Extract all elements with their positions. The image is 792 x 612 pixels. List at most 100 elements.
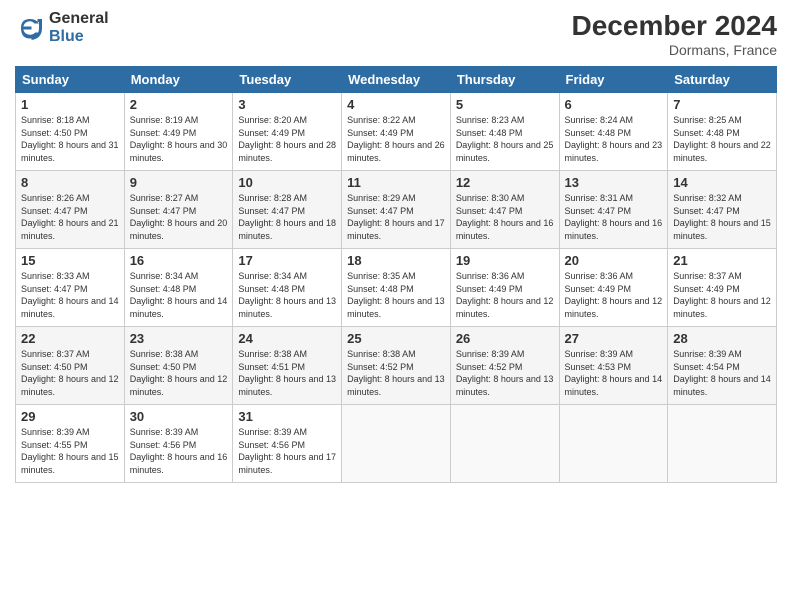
calendar-cell: 18Sunrise: 8:35 AMSunset: 4:48 PMDayligh…	[342, 249, 451, 327]
cell-info: Sunrise: 8:37 AMSunset: 4:50 PMDaylight:…	[21, 348, 119, 398]
cell-info: Sunrise: 8:30 AMSunset: 4:47 PMDaylight:…	[456, 192, 554, 242]
day-number: 7	[673, 97, 771, 112]
week-row-4: 22 Sunrise: 8:37 AMSunset: 4:50 PMDayligh…	[16, 327, 777, 405]
calendar-cell	[559, 405, 668, 483]
day-number: 3	[238, 97, 336, 112]
calendar-cell: 14 Sunrise: 8:32 AMSunset: 4:47 PMDayligh…	[668, 171, 777, 249]
cell-info: Sunrise: 8:27 AMSunset: 4:47 PMDaylight:…	[130, 192, 228, 242]
calendar-cell: 3Sunrise: 8:20 AMSunset: 4:49 PMDaylight…	[233, 93, 342, 171]
logo: General Blue	[15, 10, 109, 45]
cell-info: Sunrise: 8:34 AMSunset: 4:48 PMDaylight:…	[238, 270, 336, 320]
calendar-cell: 11 Sunrise: 8:29 AMSunset: 4:47 PMDayligh…	[342, 171, 451, 249]
cell-info: Sunrise: 8:37 AMSunset: 4:49 PMDaylight:…	[673, 270, 771, 320]
day-number: 14	[673, 175, 771, 190]
cell-info: Sunrise: 8:38 AMSunset: 4:50 PMDaylight:…	[130, 348, 228, 398]
cell-info: Sunrise: 8:34 AMSunset: 4:48 PMDaylight:…	[130, 270, 228, 320]
calendar-cell: 13Sunrise: 8:31 AMSunset: 4:47 PMDayligh…	[559, 171, 668, 249]
calendar-cell	[668, 405, 777, 483]
calendar-cell: 25Sunrise: 8:38 AMSunset: 4:52 PMDayligh…	[342, 327, 451, 405]
day-number: 28	[673, 331, 771, 346]
logo-icon	[15, 13, 45, 43]
calendar-cell: 12 Sunrise: 8:30 AMSunset: 4:47 PMDayligh…	[450, 171, 559, 249]
day-number: 26	[456, 331, 554, 346]
day-number: 18	[347, 253, 445, 268]
cell-info: Sunrise: 8:39 AMSunset: 4:52 PMDaylight:…	[456, 348, 554, 398]
cell-info: Sunrise: 8:39 AMSunset: 4:54 PMDaylight:…	[673, 348, 771, 398]
calendar-cell: 23 Sunrise: 8:38 AMSunset: 4:50 PMDayligh…	[124, 327, 233, 405]
calendar-cell	[450, 405, 559, 483]
day-number: 12	[456, 175, 554, 190]
calendar-cell: 27Sunrise: 8:39 AMSunset: 4:53 PMDayligh…	[559, 327, 668, 405]
day-number: 6	[565, 97, 663, 112]
logo-blue-text: Blue	[49, 28, 109, 46]
cell-info: Sunrise: 8:39 AMSunset: 4:53 PMDaylight:…	[565, 348, 663, 398]
calendar-cell: 28 Sunrise: 8:39 AMSunset: 4:54 PMDayligh…	[668, 327, 777, 405]
calendar-cell: 19 Sunrise: 8:36 AMSunset: 4:49 PMDayligh…	[450, 249, 559, 327]
day-number: 17	[238, 253, 336, 268]
day-number: 10	[238, 175, 336, 190]
days-header-row: SundayMondayTuesdayWednesdayThursdayFrid…	[16, 67, 777, 93]
day-number: 29	[21, 409, 119, 424]
logo-general-text: General	[49, 10, 109, 28]
page-container: General Blue December 2024 Dormans, Fran…	[0, 0, 792, 493]
calendar-cell	[342, 405, 451, 483]
day-number: 11	[347, 175, 445, 190]
day-header-saturday: Saturday	[668, 67, 777, 93]
calendar-cell: 26 Sunrise: 8:39 AMSunset: 4:52 PMDayligh…	[450, 327, 559, 405]
calendar-cell: 5 Sunrise: 8:23 AMSunset: 4:48 PMDaylight…	[450, 93, 559, 171]
logo-text: General Blue	[49, 10, 109, 45]
cell-info: Sunrise: 8:23 AMSunset: 4:48 PMDaylight:…	[456, 114, 554, 164]
calendar-cell: 15Sunrise: 8:33 AMSunset: 4:47 PMDayligh…	[16, 249, 125, 327]
calendar-cell: 31Sunrise: 8:39 AMSunset: 4:56 PMDayligh…	[233, 405, 342, 483]
day-number: 24	[238, 331, 336, 346]
calendar-cell: 1Sunrise: 8:18 AMSunset: 4:50 PMDaylight…	[16, 93, 125, 171]
calendar-cell: 30Sunrise: 8:39 AMSunset: 4:56 PMDayligh…	[124, 405, 233, 483]
location-text: Dormans, France	[572, 42, 777, 58]
cell-info: Sunrise: 8:39 AMSunset: 4:56 PMDaylight:…	[238, 426, 336, 476]
calendar-cell: 7 Sunrise: 8:25 AMSunset: 4:48 PMDaylight…	[668, 93, 777, 171]
day-header-monday: Monday	[124, 67, 233, 93]
calendar-cell: 21Sunrise: 8:37 AMSunset: 4:49 PMDayligh…	[668, 249, 777, 327]
day-header-tuesday: Tuesday	[233, 67, 342, 93]
cell-info: Sunrise: 8:32 AMSunset: 4:47 PMDaylight:…	[673, 192, 771, 242]
cell-info: Sunrise: 8:38 AMSunset: 4:51 PMDaylight:…	[238, 348, 336, 398]
calendar-cell: 6 Sunrise: 8:24 AMSunset: 4:48 PMDaylight…	[559, 93, 668, 171]
day-number: 13	[565, 175, 663, 190]
cell-info: Sunrise: 8:29 AMSunset: 4:47 PMDaylight:…	[347, 192, 445, 242]
week-row-2: 8Sunrise: 8:26 AMSunset: 4:47 PMDaylight…	[16, 171, 777, 249]
calendar-table: SundayMondayTuesdayWednesdayThursdayFrid…	[15, 66, 777, 483]
day-number: 22	[21, 331, 119, 346]
cell-info: Sunrise: 8:28 AMSunset: 4:47 PMDaylight:…	[238, 192, 336, 242]
calendar-cell: 16 Sunrise: 8:34 AMSunset: 4:48 PMDayligh…	[124, 249, 233, 327]
day-header-friday: Friday	[559, 67, 668, 93]
cell-info: Sunrise: 8:18 AMSunset: 4:50 PMDaylight:…	[21, 114, 119, 164]
calendar-cell: 24 Sunrise: 8:38 AMSunset: 4:51 PMDayligh…	[233, 327, 342, 405]
week-row-5: 29Sunrise: 8:39 AMSunset: 4:55 PMDayligh…	[16, 405, 777, 483]
calendar-cell: 29Sunrise: 8:39 AMSunset: 4:55 PMDayligh…	[16, 405, 125, 483]
calendar-cell: 20Sunrise: 8:36 AMSunset: 4:49 PMDayligh…	[559, 249, 668, 327]
calendar-cell: 10 Sunrise: 8:28 AMSunset: 4:47 PMDayligh…	[233, 171, 342, 249]
cell-info: Sunrise: 8:38 AMSunset: 4:52 PMDaylight:…	[347, 348, 445, 398]
day-number: 20	[565, 253, 663, 268]
day-number: 30	[130, 409, 228, 424]
day-number: 5	[456, 97, 554, 112]
day-number: 23	[130, 331, 228, 346]
cell-info: Sunrise: 8:26 AMSunset: 4:47 PMDaylight:…	[21, 192, 119, 242]
day-header-thursday: Thursday	[450, 67, 559, 93]
week-row-3: 15Sunrise: 8:33 AMSunset: 4:47 PMDayligh…	[16, 249, 777, 327]
month-year-title: December 2024	[572, 10, 777, 42]
calendar-cell: 2Sunrise: 8:19 AMSunset: 4:49 PMDaylight…	[124, 93, 233, 171]
week-row-1: 1Sunrise: 8:18 AMSunset: 4:50 PMDaylight…	[16, 93, 777, 171]
day-number: 19	[456, 253, 554, 268]
cell-info: Sunrise: 8:33 AMSunset: 4:47 PMDaylight:…	[21, 270, 119, 320]
day-header-wednesday: Wednesday	[342, 67, 451, 93]
calendar-cell: 4Sunrise: 8:22 AMSunset: 4:49 PMDaylight…	[342, 93, 451, 171]
cell-info: Sunrise: 8:24 AMSunset: 4:48 PMDaylight:…	[565, 114, 663, 164]
cell-info: Sunrise: 8:25 AMSunset: 4:48 PMDaylight:…	[673, 114, 771, 164]
header: General Blue December 2024 Dormans, Fran…	[15, 10, 777, 58]
cell-info: Sunrise: 8:36 AMSunset: 4:49 PMDaylight:…	[456, 270, 554, 320]
day-header-sunday: Sunday	[16, 67, 125, 93]
calendar-cell: 17 Sunrise: 8:34 AMSunset: 4:48 PMDayligh…	[233, 249, 342, 327]
day-number: 16	[130, 253, 228, 268]
title-section: December 2024 Dormans, France	[572, 10, 777, 58]
